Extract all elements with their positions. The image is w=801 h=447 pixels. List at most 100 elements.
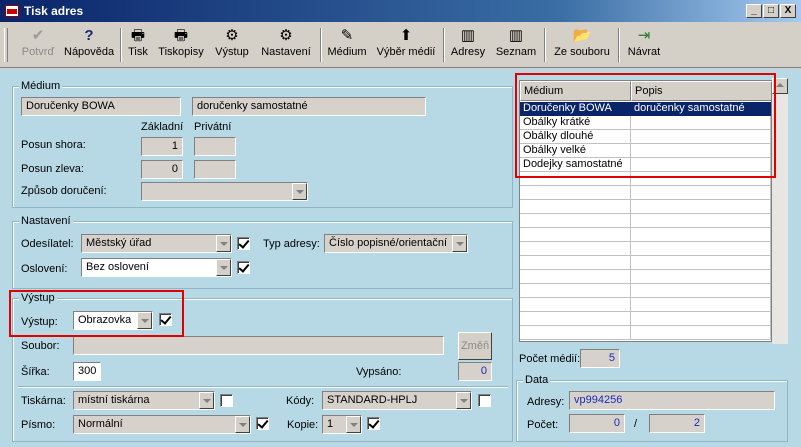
list-button[interactable]: ▥ Seznam	[494, 25, 538, 65]
printed-field: 0	[458, 362, 492, 381]
codes-checkbox[interactable]	[478, 394, 491, 407]
printer-icon: 🖶	[173, 27, 189, 44]
change-button[interactable]: Změň	[458, 332, 492, 360]
printed-label: Vypsáno:	[356, 366, 402, 378]
codes-select[interactable]: STANDARD-HPLJ	[322, 391, 472, 410]
select-media-button[interactable]: ⬆ Výběr médií	[374, 25, 438, 65]
medium-button[interactable]: ✎ Médium	[326, 25, 368, 65]
window-title: Tisk adres	[24, 4, 84, 18]
output-button[interactable]: ⚙ Výstup	[212, 25, 252, 65]
table-row	[520, 312, 771, 326]
count-label: Počet:	[527, 419, 559, 431]
salutation-select[interactable]: Bez oslovení	[81, 258, 232, 277]
from-file-button[interactable]: 📂 Ze souboru	[550, 25, 614, 65]
table-row	[520, 242, 771, 256]
confirm-button[interactable]: ✔ Potvrď	[16, 25, 60, 65]
forms-button[interactable]: 🖶 Tiskopisy	[157, 25, 205, 65]
table-row	[520, 256, 771, 270]
count-field: 0	[569, 414, 625, 433]
codes-label: Kódy:	[286, 395, 315, 407]
chevron-down-icon[interactable]	[346, 416, 361, 433]
sender-select[interactable]: Městský úřad	[81, 234, 232, 253]
width-field[interactable]: 300	[73, 362, 101, 381]
help-icon: ?	[84, 27, 94, 44]
exit-icon: ⇥	[637, 27, 651, 44]
count-total-field: 2	[649, 414, 705, 433]
font-select[interactable]: Normální	[73, 415, 251, 434]
file-label: Soubor:	[21, 340, 60, 352]
book-icon: ▥	[508, 27, 524, 44]
table-row	[520, 270, 771, 284]
copies-label: Kopie:	[287, 419, 319, 431]
settings-group: Nastavení	[12, 215, 513, 289]
printer-label: Tiskárna:	[21, 395, 66, 407]
chevron-down-icon[interactable]	[216, 235, 231, 252]
title-bar: Tisk adres _ □ X	[0, 0, 801, 22]
table-row	[520, 228, 771, 242]
toolbar-grip	[4, 28, 8, 62]
offset-top-label: Posun shora:	[21, 139, 86, 151]
address-type-select[interactable]: Číslo popisné/orientační	[324, 234, 468, 253]
minimize-button[interactable]: _	[746, 4, 762, 18]
chevron-down-icon[interactable]	[199, 392, 214, 409]
settings-button[interactable]: ⚙ Nastavení	[258, 25, 314, 65]
print-button[interactable]: 🖶 Tisk	[124, 25, 152, 65]
toolbar-separator	[618, 28, 620, 62]
offset-left-basic-field[interactable]: 0	[141, 160, 183, 179]
offset-top-private-field[interactable]	[194, 137, 236, 156]
table-row	[520, 284, 771, 298]
delivery-method-label: Způsob doručení:	[21, 185, 107, 197]
sender-label: Odesílatel:	[21, 238, 74, 250]
output-divider	[18, 386, 508, 388]
file-field[interactable]	[73, 336, 444, 355]
medium-name-field[interactable]: Doručenky BOWA	[21, 97, 181, 116]
salutation-label: Oslovení:	[21, 263, 68, 275]
font-checkbox[interactable]	[256, 417, 269, 430]
offset-left-private-field[interactable]	[194, 160, 236, 179]
printer-checkbox[interactable]	[220, 394, 233, 407]
highlight-media-table	[515, 73, 776, 178]
delivery-method-select[interactable]	[141, 182, 308, 201]
basic-column-label: Základní	[141, 121, 184, 133]
copies-checkbox[interactable]	[367, 417, 380, 430]
help-button[interactable]: ? Nápověda	[64, 25, 114, 65]
table-row	[520, 326, 771, 340]
media-count-field: 5	[580, 349, 620, 368]
pencil-icon: ✎	[340, 27, 354, 44]
table-row	[520, 200, 771, 214]
close-button[interactable]: X	[780, 4, 796, 18]
highlight-output	[9, 290, 184, 337]
offset-top-basic-field[interactable]: 1	[141, 137, 183, 156]
table-row	[520, 186, 771, 200]
width-label: Šířka:	[21, 366, 50, 378]
return-button[interactable]: ⇥ Návrat	[624, 25, 664, 65]
addresses-button[interactable]: ▥ Adresy	[448, 25, 488, 65]
addresses-label: Adresy:	[527, 396, 565, 408]
address-type-label: Typ adresy:	[263, 238, 320, 250]
table-row	[520, 298, 771, 312]
font-label: Písmo:	[21, 419, 56, 431]
toolbar-separator	[443, 28, 445, 62]
medium-description-field[interactable]: doručenky samostatné	[192, 97, 426, 116]
chevron-down-icon[interactable]	[292, 183, 307, 200]
chevron-down-icon[interactable]	[456, 392, 471, 409]
toolbar-separator	[120, 28, 122, 62]
printer-icon: 🖶	[130, 27, 146, 44]
printer-select[interactable]: místní tiskárna	[73, 391, 215, 410]
restore-button[interactable]: □	[763, 4, 779, 18]
chevron-down-icon[interactable]	[452, 235, 467, 252]
folder-open-icon: 📂	[572, 27, 592, 44]
toolbar: ✔ Potvrď ? Nápověda 🖶 Tisk 🖶 Tiskopisy ⚙…	[0, 22, 801, 68]
settings-icon: ⚙	[225, 27, 239, 44]
settings-icon: ⚙	[279, 27, 293, 44]
media-count-label: Počet médií:	[519, 353, 581, 365]
chevron-down-icon[interactable]	[216, 259, 231, 276]
sender-checkbox[interactable]	[237, 237, 250, 250]
arrow-up-icon: ⬆	[399, 27, 413, 44]
salutation-checkbox[interactable]	[237, 261, 250, 274]
columns-icon: ▥	[460, 27, 476, 44]
chevron-down-icon[interactable]	[235, 416, 250, 433]
count-separator: /	[634, 418, 638, 430]
offset-left-label: Posun zleva:	[21, 163, 84, 175]
copies-select[interactable]: 1	[322, 415, 362, 434]
